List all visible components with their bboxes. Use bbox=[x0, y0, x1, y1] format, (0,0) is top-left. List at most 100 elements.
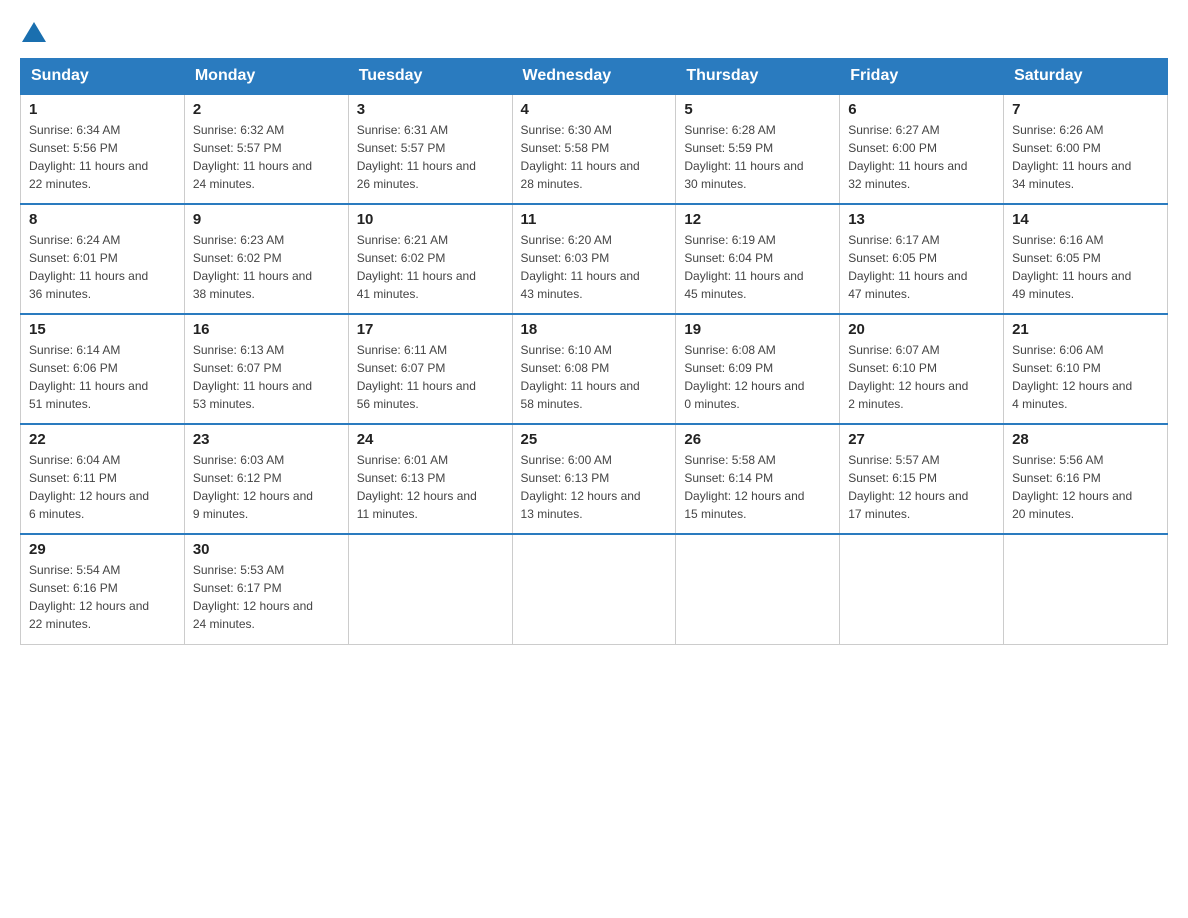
weekday-friday: Friday bbox=[840, 59, 1004, 95]
day-info: Sunrise: 6:34 AMSunset: 5:56 PMDaylight:… bbox=[29, 121, 176, 193]
day-number: 17 bbox=[357, 321, 504, 338]
day-cell-5: 5 Sunrise: 6:28 AMSunset: 5:59 PMDayligh… bbox=[676, 94, 840, 204]
day-info: Sunrise: 6:04 AMSunset: 6:11 PMDaylight:… bbox=[29, 451, 176, 523]
day-number: 11 bbox=[521, 211, 668, 228]
day-number: 2 bbox=[193, 101, 340, 118]
day-info: Sunrise: 6:16 AMSunset: 6:05 PMDaylight:… bbox=[1012, 231, 1159, 303]
day-cell-15: 15 Sunrise: 6:14 AMSunset: 6:06 PMDaylig… bbox=[21, 314, 185, 424]
day-cell-21: 21 Sunrise: 6:06 AMSunset: 6:10 PMDaylig… bbox=[1004, 314, 1168, 424]
day-cell-22: 22 Sunrise: 6:04 AMSunset: 6:11 PMDaylig… bbox=[21, 424, 185, 534]
day-number: 22 bbox=[29, 431, 176, 448]
day-cell-30: 30 Sunrise: 5:53 AMSunset: 6:17 PMDaylig… bbox=[184, 534, 348, 644]
day-cell-19: 19 Sunrise: 6:08 AMSunset: 6:09 PMDaylig… bbox=[676, 314, 840, 424]
day-cell-2: 2 Sunrise: 6:32 AMSunset: 5:57 PMDayligh… bbox=[184, 94, 348, 204]
day-cell-17: 17 Sunrise: 6:11 AMSunset: 6:07 PMDaylig… bbox=[348, 314, 512, 424]
day-info: Sunrise: 6:03 AMSunset: 6:12 PMDaylight:… bbox=[193, 451, 340, 523]
day-cell-1: 1 Sunrise: 6:34 AMSunset: 5:56 PMDayligh… bbox=[21, 94, 185, 204]
day-cell-24: 24 Sunrise: 6:01 AMSunset: 6:13 PMDaylig… bbox=[348, 424, 512, 534]
day-cell-27: 27 Sunrise: 5:57 AMSunset: 6:15 PMDaylig… bbox=[840, 424, 1004, 534]
day-number: 25 bbox=[521, 431, 668, 448]
day-cell-7: 7 Sunrise: 6:26 AMSunset: 6:00 PMDayligh… bbox=[1004, 94, 1168, 204]
day-number: 21 bbox=[1012, 321, 1159, 338]
calendar-week-4: 22 Sunrise: 6:04 AMSunset: 6:11 PMDaylig… bbox=[21, 424, 1168, 534]
day-number: 28 bbox=[1012, 431, 1159, 448]
day-info: Sunrise: 6:00 AMSunset: 6:13 PMDaylight:… bbox=[521, 451, 668, 523]
day-cell-8: 8 Sunrise: 6:24 AMSunset: 6:01 PMDayligh… bbox=[21, 204, 185, 314]
empty-day-cell bbox=[348, 534, 512, 644]
logo-triangle-icon bbox=[22, 22, 46, 42]
day-number: 24 bbox=[357, 431, 504, 448]
day-cell-4: 4 Sunrise: 6:30 AMSunset: 5:58 PMDayligh… bbox=[512, 94, 676, 204]
day-number: 27 bbox=[848, 431, 995, 448]
day-number: 20 bbox=[848, 321, 995, 338]
calendar-week-3: 15 Sunrise: 6:14 AMSunset: 6:06 PMDaylig… bbox=[21, 314, 1168, 424]
weekday-tuesday: Tuesday bbox=[348, 59, 512, 95]
day-number: 8 bbox=[29, 211, 176, 228]
day-info: Sunrise: 6:28 AMSunset: 5:59 PMDaylight:… bbox=[684, 121, 831, 193]
day-info: Sunrise: 6:10 AMSunset: 6:08 PMDaylight:… bbox=[521, 341, 668, 413]
day-cell-6: 6 Sunrise: 6:27 AMSunset: 6:00 PMDayligh… bbox=[840, 94, 1004, 204]
empty-day-cell bbox=[1004, 534, 1168, 644]
day-number: 1 bbox=[29, 101, 176, 118]
day-number: 9 bbox=[193, 211, 340, 228]
day-info: Sunrise: 6:21 AMSunset: 6:02 PMDaylight:… bbox=[357, 231, 504, 303]
calendar-week-1: 1 Sunrise: 6:34 AMSunset: 5:56 PMDayligh… bbox=[21, 94, 1168, 204]
day-info: Sunrise: 6:11 AMSunset: 6:07 PMDaylight:… bbox=[357, 341, 504, 413]
day-cell-13: 13 Sunrise: 6:17 AMSunset: 6:05 PMDaylig… bbox=[840, 204, 1004, 314]
calendar-table: SundayMondayTuesdayWednesdayThursdayFrid… bbox=[20, 58, 1168, 645]
day-info: Sunrise: 6:13 AMSunset: 6:07 PMDaylight:… bbox=[193, 341, 340, 413]
day-info: Sunrise: 6:31 AMSunset: 5:57 PMDaylight:… bbox=[357, 121, 504, 193]
day-info: Sunrise: 6:30 AMSunset: 5:58 PMDaylight:… bbox=[521, 121, 668, 193]
day-number: 29 bbox=[29, 541, 176, 558]
day-info: Sunrise: 5:57 AMSunset: 6:15 PMDaylight:… bbox=[848, 451, 995, 523]
weekday-thursday: Thursday bbox=[676, 59, 840, 95]
day-cell-25: 25 Sunrise: 6:00 AMSunset: 6:13 PMDaylig… bbox=[512, 424, 676, 534]
day-info: Sunrise: 6:20 AMSunset: 6:03 PMDaylight:… bbox=[521, 231, 668, 303]
weekday-monday: Monday bbox=[184, 59, 348, 95]
day-info: Sunrise: 6:17 AMSunset: 6:05 PMDaylight:… bbox=[848, 231, 995, 303]
day-number: 6 bbox=[848, 101, 995, 118]
day-cell-28: 28 Sunrise: 5:56 AMSunset: 6:16 PMDaylig… bbox=[1004, 424, 1168, 534]
day-info: Sunrise: 5:54 AMSunset: 6:16 PMDaylight:… bbox=[29, 561, 176, 633]
calendar-week-2: 8 Sunrise: 6:24 AMSunset: 6:01 PMDayligh… bbox=[21, 204, 1168, 314]
day-info: Sunrise: 6:27 AMSunset: 6:00 PMDaylight:… bbox=[848, 121, 995, 193]
day-cell-12: 12 Sunrise: 6:19 AMSunset: 6:04 PMDaylig… bbox=[676, 204, 840, 314]
day-cell-18: 18 Sunrise: 6:10 AMSunset: 6:08 PMDaylig… bbox=[512, 314, 676, 424]
day-info: Sunrise: 6:26 AMSunset: 6:00 PMDaylight:… bbox=[1012, 121, 1159, 193]
day-number: 4 bbox=[521, 101, 668, 118]
empty-day-cell bbox=[512, 534, 676, 644]
day-info: Sunrise: 6:06 AMSunset: 6:10 PMDaylight:… bbox=[1012, 341, 1159, 413]
day-number: 30 bbox=[193, 541, 340, 558]
day-number: 18 bbox=[521, 321, 668, 338]
day-cell-14: 14 Sunrise: 6:16 AMSunset: 6:05 PMDaylig… bbox=[1004, 204, 1168, 314]
empty-day-cell bbox=[676, 534, 840, 644]
day-cell-16: 16 Sunrise: 6:13 AMSunset: 6:07 PMDaylig… bbox=[184, 314, 348, 424]
day-number: 3 bbox=[357, 101, 504, 118]
day-info: Sunrise: 6:23 AMSunset: 6:02 PMDaylight:… bbox=[193, 231, 340, 303]
weekday-sunday: Sunday bbox=[21, 59, 185, 95]
day-cell-10: 10 Sunrise: 6:21 AMSunset: 6:02 PMDaylig… bbox=[348, 204, 512, 314]
day-cell-29: 29 Sunrise: 5:54 AMSunset: 6:16 PMDaylig… bbox=[21, 534, 185, 644]
day-number: 7 bbox=[1012, 101, 1159, 118]
day-cell-9: 9 Sunrise: 6:23 AMSunset: 6:02 PMDayligh… bbox=[184, 204, 348, 314]
day-number: 10 bbox=[357, 211, 504, 228]
day-info: Sunrise: 6:07 AMSunset: 6:10 PMDaylight:… bbox=[848, 341, 995, 413]
day-cell-23: 23 Sunrise: 6:03 AMSunset: 6:12 PMDaylig… bbox=[184, 424, 348, 534]
day-cell-11: 11 Sunrise: 6:20 AMSunset: 6:03 PMDaylig… bbox=[512, 204, 676, 314]
day-info: Sunrise: 5:53 AMSunset: 6:17 PMDaylight:… bbox=[193, 561, 340, 633]
weekday-saturday: Saturday bbox=[1004, 59, 1168, 95]
day-info: Sunrise: 6:32 AMSunset: 5:57 PMDaylight:… bbox=[193, 121, 340, 193]
day-cell-26: 26 Sunrise: 5:58 AMSunset: 6:14 PMDaylig… bbox=[676, 424, 840, 534]
calendar-week-5: 29 Sunrise: 5:54 AMSunset: 6:16 PMDaylig… bbox=[21, 534, 1168, 644]
page-header bbox=[20, 20, 1168, 42]
day-number: 5 bbox=[684, 101, 831, 118]
empty-day-cell bbox=[840, 534, 1004, 644]
day-info: Sunrise: 6:24 AMSunset: 6:01 PMDaylight:… bbox=[29, 231, 176, 303]
day-info: Sunrise: 6:01 AMSunset: 6:13 PMDaylight:… bbox=[357, 451, 504, 523]
day-info: Sunrise: 6:19 AMSunset: 6:04 PMDaylight:… bbox=[684, 231, 831, 303]
day-number: 12 bbox=[684, 211, 831, 228]
day-number: 19 bbox=[684, 321, 831, 338]
day-info: Sunrise: 6:08 AMSunset: 6:09 PMDaylight:… bbox=[684, 341, 831, 413]
day-number: 16 bbox=[193, 321, 340, 338]
day-number: 13 bbox=[848, 211, 995, 228]
